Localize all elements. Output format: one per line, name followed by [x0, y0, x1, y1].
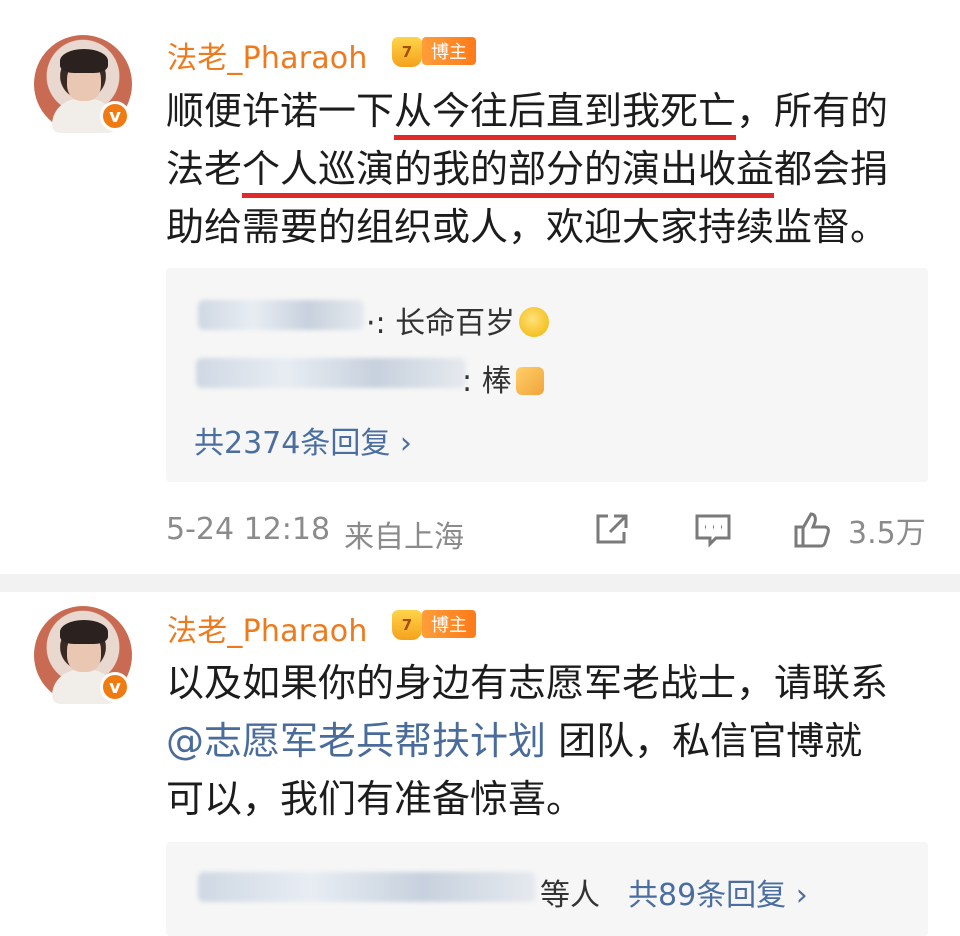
comment-line-1: 以及如果你的身边有志愿军老战士，请联系 [166, 661, 889, 705]
replies-suffix: 等人 [540, 878, 600, 913]
more-replies-link[interactable]: 共2374条回复 › [194, 418, 412, 462]
smiling-face-emoji [519, 307, 550, 337]
section-divider [0, 574, 960, 592]
like-count: 3.5万 [848, 516, 926, 551]
comment-line-2: 法老个人巡演的我的部分的演出收益都会捐 [166, 140, 946, 198]
username[interactable]: 法老_Pharaoh [167, 606, 368, 650]
comment-line-3: 助给需要的组织或人，欢迎大家持续监督。 [166, 205, 889, 249]
comment-line-3: 可以，我们有准备惊喜。 [166, 777, 585, 821]
more-replies-link[interactable]: 共89条回复 › [628, 870, 808, 914]
text-segment: 团队，私信官博就 [546, 719, 863, 763]
thumbs-up-icon [794, 512, 830, 548]
avatar-hair [60, 49, 108, 73]
share-icon [596, 514, 628, 544]
avatar[interactable]: v [34, 35, 132, 133]
reply-1-text: ·: 长命百岁 [366, 306, 516, 341]
reply-1[interactable]: ·: 长命百岁 [366, 298, 550, 342]
location: 来自上海 [344, 520, 464, 555]
mention-link[interactable]: @志愿军老兵帮扶计划 [166, 719, 546, 763]
avatar[interactable]: v [34, 606, 132, 704]
blurred-username [196, 358, 466, 388]
crown-level-icon: 7 [392, 37, 422, 67]
blurred-username [198, 872, 536, 902]
verified-icon: v [100, 672, 130, 702]
text-segment: ，所有的 [736, 89, 889, 133]
blurred-username [198, 300, 364, 330]
comment-line-2: @志愿军老兵帮扶计划 团队，私信官博就 [166, 712, 946, 770]
reply-2[interactable]: : 棒 [462, 356, 544, 400]
author-badge: 博主 [422, 610, 476, 638]
text-segment: 顺便许诺一下 [166, 89, 395, 133]
like-button[interactable]: 3.5万 [792, 508, 926, 552]
reply-2-text: : 棒 [462, 364, 512, 399]
username[interactable]: 法老_Pharaoh [167, 33, 368, 77]
author-badge: 博主 [422, 37, 476, 65]
underlined-text: 个人巡演的我的部分的演出收益 [242, 147, 775, 198]
comment-text: 以及如果你的身边有志愿军老战士，请联系 @志愿军老兵帮扶计划 团队，私信官博就 … [166, 654, 946, 828]
comment-text: 顺便许诺一下从今往后直到我死亡，所有的 法老个人巡演的我的部分的演出收益都会捐 … [166, 82, 946, 256]
text-segment: 法老 [166, 147, 243, 191]
comment-icon [695, 514, 731, 548]
thumbs-up-emoji [515, 367, 544, 395]
underlined-text: 从今往后直到我死亡 [394, 89, 737, 140]
crown-level-icon: 7 [392, 610, 422, 640]
timestamp: 5-24 12:18 [166, 512, 331, 547]
avatar-hair [60, 620, 108, 644]
replies-preview[interactable]: 等人 共89条回复 › [166, 842, 928, 936]
replies-preview[interactable]: ·: 长命百岁 : 棒 共2374条回复 › [166, 268, 928, 482]
verified-icon: v [100, 101, 130, 131]
comment-button[interactable] [694, 512, 732, 548]
share-button[interactable] [594, 512, 630, 546]
text-segment: 都会捐 [774, 147, 889, 191]
comment-line-1: 顺便许诺一下从今往后直到我死亡，所有的 [166, 82, 946, 140]
